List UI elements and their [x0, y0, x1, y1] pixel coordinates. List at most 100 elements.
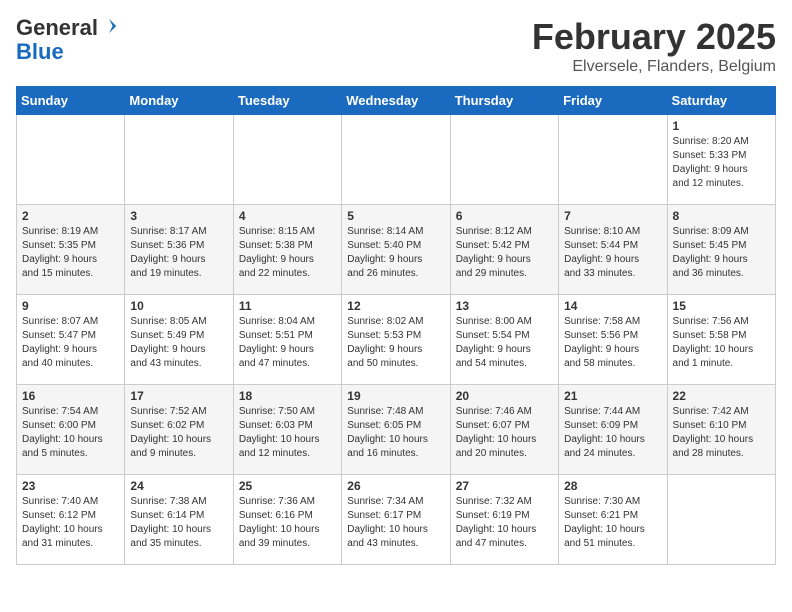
calendar-cell: 22 Sunrise: 7:42 AM Sunset: 6:10 PM Dayli… [667, 385, 775, 475]
day-number: 18 [239, 389, 336, 403]
day-info: Sunrise: 8:07 AM Sunset: 5:47 PM Dayligh… [22, 315, 119, 371]
calendar-cell: 18 Sunrise: 7:50 AM Sunset: 6:03 PM Dayli… [233, 385, 341, 475]
calendar-cell: 14 Sunrise: 7:58 AM Sunset: 5:56 PM Dayli… [559, 295, 667, 385]
day-info: Sunrise: 7:42 AM Sunset: 6:10 PM Dayligh… [673, 405, 770, 461]
day-info: Sunrise: 7:44 AM Sunset: 6:09 PM Dayligh… [564, 405, 661, 461]
day-number: 2 [22, 209, 119, 223]
calendar-cell: 17Sunrise: 7:52 AM Sunset: 6:02 PM Dayli… [125, 385, 233, 475]
calendar-cell [17, 115, 125, 205]
day-number: 1 [673, 119, 770, 133]
logo: General Blue [16, 16, 118, 64]
day-number: 7 [564, 209, 661, 223]
calendar-cell: 2 Sunrise: 8:19 AM Sunset: 5:35 PM Daylig… [17, 205, 125, 295]
calendar-cell: 21 Sunrise: 7:44 AM Sunset: 6:09 PM Dayli… [559, 385, 667, 475]
calendar-cell [450, 115, 558, 205]
calendar-cell: 1 Sunrise: 8:20 AM Sunset: 5:33 PM Daylig… [667, 115, 775, 205]
day-number: 14 [564, 299, 661, 313]
calendar-cell: 8 Sunrise: 8:09 AM Sunset: 5:45 PM Daylig… [667, 205, 775, 295]
day-number: 25 [239, 479, 336, 493]
week-row-0: 1 Sunrise: 8:20 AM Sunset: 5:33 PM Daylig… [17, 115, 776, 205]
calendar-cell: 24Sunrise: 7:38 AM Sunset: 6:14 PM Dayli… [125, 475, 233, 565]
header-wednesday: Wednesday [342, 87, 450, 115]
logo-icon [100, 17, 118, 35]
day-info: Sunrise: 7:52 AM Sunset: 6:02 PM Dayligh… [130, 405, 227, 461]
calendar-cell: 27 Sunrise: 7:32 AM Sunset: 6:19 PM Dayli… [450, 475, 558, 565]
day-info: Sunrise: 7:46 AM Sunset: 6:07 PM Dayligh… [456, 405, 553, 461]
day-info: Sunrise: 8:10 AM Sunset: 5:44 PM Dayligh… [564, 225, 661, 281]
calendar-cell: 7 Sunrise: 8:10 AM Sunset: 5:44 PM Daylig… [559, 205, 667, 295]
day-info: Sunrise: 7:36 AM Sunset: 6:16 PM Dayligh… [239, 495, 336, 551]
calendar-cell [342, 115, 450, 205]
calendar-cell [125, 115, 233, 205]
day-info: Sunrise: 8:20 AM Sunset: 5:33 PM Dayligh… [673, 135, 770, 191]
day-info: Sunrise: 8:19 AM Sunset: 5:35 PM Dayligh… [22, 225, 119, 281]
day-number: 21 [564, 389, 661, 403]
day-info: Sunrise: 8:09 AM Sunset: 5:45 PM Dayligh… [673, 225, 770, 281]
day-number: 11 [239, 299, 336, 313]
calendar-cell: 25 Sunrise: 7:36 AM Sunset: 6:16 PM Dayli… [233, 475, 341, 565]
logo-blue-text: Blue [16, 39, 64, 64]
day-number: 8 [673, 209, 770, 223]
week-row-4: 23 Sunrise: 7:40 AM Sunset: 6:12 PM Dayli… [17, 475, 776, 565]
weekday-header-row: Sunday Monday Tuesday Wednesday Thursday… [17, 87, 776, 115]
day-info: Sunrise: 7:56 AM Sunset: 5:58 PM Dayligh… [673, 315, 770, 371]
calendar-cell [233, 115, 341, 205]
calendar-cell: 3Sunrise: 8:17 AM Sunset: 5:36 PM Daylig… [125, 205, 233, 295]
day-info: Sunrise: 8:15 AM Sunset: 5:38 PM Dayligh… [239, 225, 336, 281]
header-monday: Monday [125, 87, 233, 115]
day-number: 12 [347, 299, 444, 313]
header-sunday: Sunday [17, 87, 125, 115]
day-info: Sunrise: 7:48 AM Sunset: 6:05 PM Dayligh… [347, 405, 444, 461]
day-number: 28 [564, 479, 661, 493]
header-tuesday: Tuesday [233, 87, 341, 115]
calendar-cell: 15 Sunrise: 7:56 AM Sunset: 5:58 PM Dayli… [667, 295, 775, 385]
day-number: 23 [22, 479, 119, 493]
day-number: 26 [347, 479, 444, 493]
day-number: 5 [347, 209, 444, 223]
day-info: Sunrise: 8:02 AM Sunset: 5:53 PM Dayligh… [347, 315, 444, 371]
day-number: 16 [22, 389, 119, 403]
calendar-cell: 5 Sunrise: 8:14 AM Sunset: 5:40 PM Daylig… [342, 205, 450, 295]
day-info: Sunrise: 7:58 AM Sunset: 5:56 PM Dayligh… [564, 315, 661, 371]
page-header: General Blue February 2025 Elversele, Fl… [16, 16, 776, 76]
day-info: Sunrise: 8:04 AM Sunset: 5:51 PM Dayligh… [239, 315, 336, 371]
day-number: 10 [130, 299, 227, 313]
day-info: Sunrise: 8:14 AM Sunset: 5:40 PM Dayligh… [347, 225, 444, 281]
header-friday: Friday [559, 87, 667, 115]
header-saturday: Saturday [667, 87, 775, 115]
calendar-cell: 19 Sunrise: 7:48 AM Sunset: 6:05 PM Dayli… [342, 385, 450, 475]
title-block: February 2025 Elversele, Flanders, Belgi… [532, 16, 776, 76]
day-info: Sunrise: 8:00 AM Sunset: 5:54 PM Dayligh… [456, 315, 553, 371]
day-number: 15 [673, 299, 770, 313]
calendar-cell: 23 Sunrise: 7:40 AM Sunset: 6:12 PM Dayli… [17, 475, 125, 565]
calendar-cell: 6Sunrise: 8:12 AM Sunset: 5:42 PM Daylig… [450, 205, 558, 295]
calendar-cell [667, 475, 775, 565]
day-info: Sunrise: 7:32 AM Sunset: 6:19 PM Dayligh… [456, 495, 553, 551]
calendar-cell: 20 Sunrise: 7:46 AM Sunset: 6:07 PM Dayli… [450, 385, 558, 475]
day-info: Sunrise: 7:34 AM Sunset: 6:17 PM Dayligh… [347, 495, 444, 551]
calendar-cell: 13 Sunrise: 8:00 AM Sunset: 5:54 PM Dayli… [450, 295, 558, 385]
day-number: 9 [22, 299, 119, 313]
week-row-1: 2 Sunrise: 8:19 AM Sunset: 5:35 PM Daylig… [17, 205, 776, 295]
day-number: 27 [456, 479, 553, 493]
calendar-cell: 10 Sunrise: 8:05 AM Sunset: 5:49 PM Dayli… [125, 295, 233, 385]
day-info: Sunrise: 7:54 AM Sunset: 6:00 PM Dayligh… [22, 405, 119, 461]
day-info: Sunrise: 7:40 AM Sunset: 6:12 PM Dayligh… [22, 495, 119, 551]
calendar-cell: 28 Sunrise: 7:30 AM Sunset: 6:21 PM Dayli… [559, 475, 667, 565]
calendar-cell: 26 Sunrise: 7:34 AM Sunset: 6:17 PM Dayli… [342, 475, 450, 565]
day-info: Sunrise: 7:38 AM Sunset: 6:14 PM Dayligh… [130, 495, 227, 551]
day-info: Sunrise: 8:17 AM Sunset: 5:36 PM Dayligh… [130, 225, 227, 281]
day-number: 22 [673, 389, 770, 403]
logo-general-text: General [16, 15, 98, 40]
day-info: Sunrise: 8:05 AM Sunset: 5:49 PM Dayligh… [130, 315, 227, 371]
day-number: 19 [347, 389, 444, 403]
calendar-cell: 11 Sunrise: 8:04 AM Sunset: 5:51 PM Dayli… [233, 295, 341, 385]
calendar-table: Sunday Monday Tuesday Wednesday Thursday… [16, 86, 776, 565]
week-row-3: 16 Sunrise: 7:54 AM Sunset: 6:00 PM Dayli… [17, 385, 776, 475]
day-info: Sunrise: 7:30 AM Sunset: 6:21 PM Dayligh… [564, 495, 661, 551]
day-info: Sunrise: 7:50 AM Sunset: 6:03 PM Dayligh… [239, 405, 336, 461]
day-number: 20 [456, 389, 553, 403]
day-number: 13 [456, 299, 553, 313]
calendar-title: February 2025 [532, 16, 776, 58]
calendar-cell: 16 Sunrise: 7:54 AM Sunset: 6:00 PM Dayli… [17, 385, 125, 475]
